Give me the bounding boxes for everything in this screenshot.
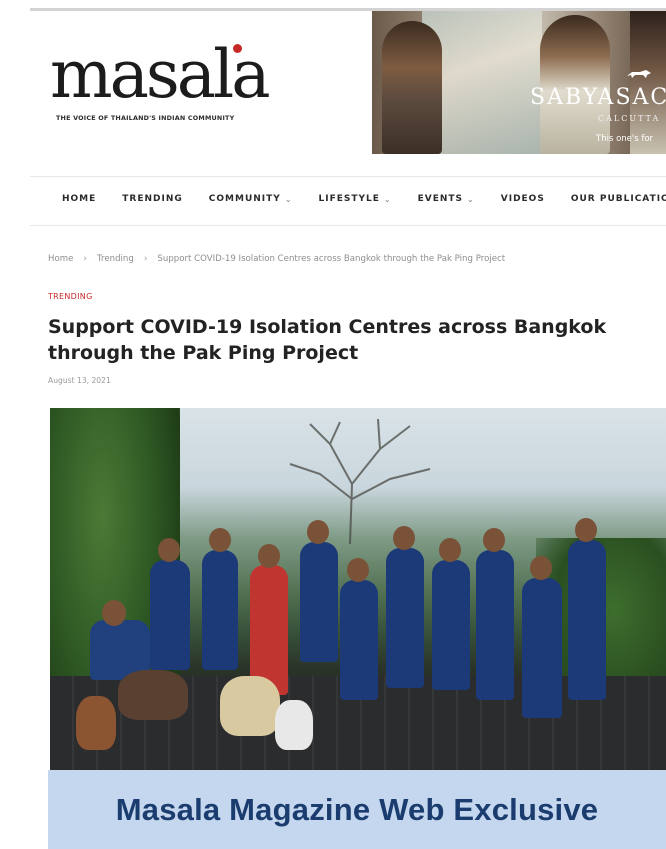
person-figure [386, 548, 424, 688]
banner-tagline: This one's for [596, 134, 654, 144]
logo-tagline: THE VOICE OF THAILAND'S INDIAN COMMUNITY [56, 114, 235, 122]
banner-subtitle: CALCUTTA [598, 114, 661, 123]
person-figure [432, 560, 470, 690]
person-figure [150, 560, 190, 670]
person-figure [340, 580, 378, 700]
nav-item-label: TRENDING [122, 194, 183, 204]
breadcrumb-separator-icon: › [143, 254, 148, 264]
hero-group-of-people [76, 500, 630, 750]
main-nav: HOME TRENDING COMMUNITY ⌄ LIFESTYLE ⌄ EV… [62, 194, 666, 204]
nav-item-label: LIFESTYLE [318, 194, 380, 204]
dog-figure [275, 700, 313, 750]
nav-item-label: OUR PUBLICATIONS [570, 194, 666, 204]
nav-item-videos[interactable]: VIDEOS [501, 194, 545, 204]
site-logo[interactable]: masala THE VOICE OF THAILAND'S INDIAN CO… [50, 36, 310, 123]
web-exclusive-banner: Masala Magazine Web Exclusive [48, 770, 666, 849]
person-head [393, 526, 415, 550]
person-head [347, 558, 369, 582]
person-head [439, 538, 461, 562]
person-figure [476, 550, 514, 700]
chevron-down-icon: ⌄ [383, 194, 392, 204]
nav-item-lifestyle[interactable]: LIFESTYLE ⌄ [319, 194, 392, 204]
breadcrumb-current: Support COVID-19 Isolation Centres acros… [157, 254, 506, 264]
web-exclusive-label: Masala Magazine Web Exclusive [115, 791, 599, 827]
nav-divider-top [30, 176, 666, 177]
nav-item-home[interactable]: HOME [62, 194, 96, 204]
article-category[interactable]: TRENDING [48, 292, 93, 301]
breadcrumb-home[interactable]: Home [48, 254, 73, 264]
dog-figure [220, 676, 280, 736]
logo-wordmark: masala [50, 36, 271, 113]
person-figure [300, 542, 338, 662]
nav-item-label: VIDEOS [500, 194, 545, 204]
person-head [575, 518, 597, 542]
breadcrumb-separator-icon: › [83, 254, 87, 264]
breadcrumb-section[interactable]: Trending [97, 254, 134, 264]
banner-ad[interactable]: SABYASAC CALCUTTA This one's for [372, 11, 666, 154]
nav-item-events[interactable]: EVENTS ⌄ [418, 194, 475, 204]
person-head [158, 538, 180, 562]
article-hero-image [50, 408, 666, 770]
article-title: Support COVID-19 Isolation Centres acros… [48, 316, 607, 364]
person-head [530, 556, 552, 580]
person-figure [202, 550, 238, 670]
chevron-down-icon: ⌄ [467, 194, 475, 204]
banner-model-right [630, 11, 666, 154]
person-head [209, 528, 231, 552]
nav-item-community[interactable]: COMMUNITY ⌄ [209, 194, 293, 204]
banner-model-left [382, 21, 442, 154]
nav-item-our-publications[interactable]: OUR PUBLICATIONS ⌄ [571, 194, 666, 204]
person-head [307, 520, 329, 544]
nav-divider-bottom [30, 225, 666, 226]
nav-item-label: HOME [62, 194, 97, 204]
chevron-down-icon: ⌄ [284, 194, 293, 204]
person-figure [568, 540, 606, 700]
tiger-logo-icon [627, 70, 651, 78]
person-head [483, 528, 505, 552]
banner-brand: SABYASAC [530, 85, 666, 110]
person-head [258, 544, 280, 568]
dog-figure [76, 696, 116, 750]
nav-item-label: COMMUNITY [208, 194, 281, 204]
breadcrumb: Home › Trending › Support COVID-19 Isola… [48, 254, 505, 264]
dog-figure [118, 670, 188, 720]
nav-item-trending[interactable]: TRENDING [122, 194, 183, 204]
article-date: August 13, 2021 [48, 376, 111, 385]
logo-accent-dot [233, 44, 242, 53]
page: masala THE VOICE OF THAILAND'S INDIAN CO… [30, 0, 666, 849]
person-head [102, 600, 126, 626]
person-figure [522, 578, 562, 718]
nav-item-label: EVENTS [417, 194, 464, 204]
